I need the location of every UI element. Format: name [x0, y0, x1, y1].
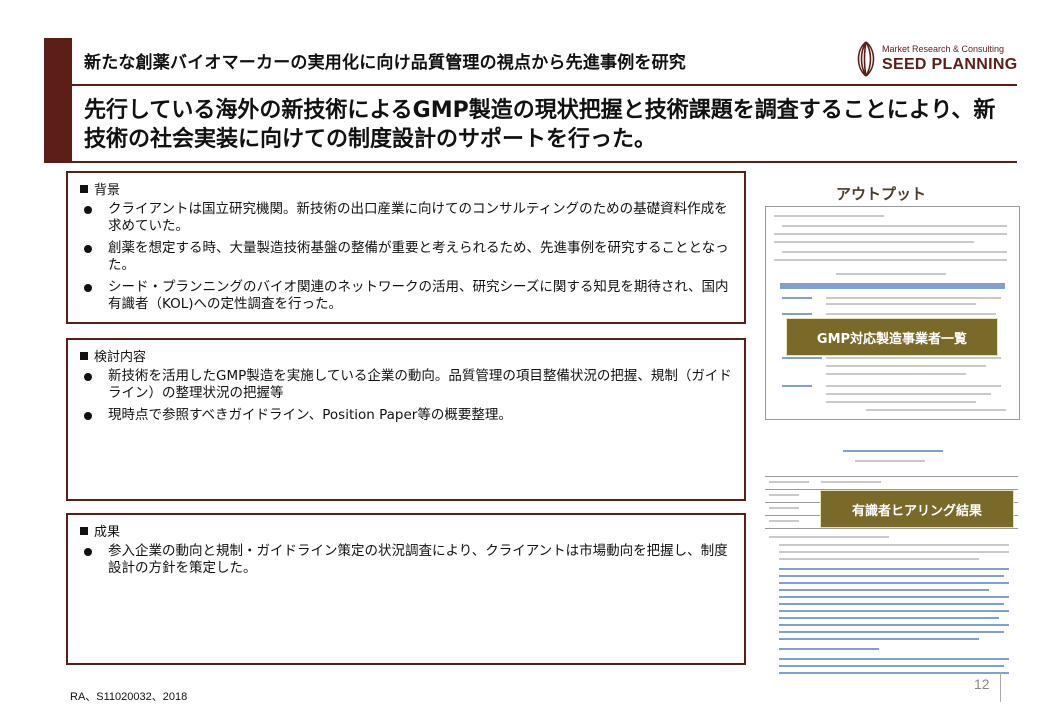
tag-expert-interview-results: 有識者ヒアリング結果	[820, 490, 1014, 528]
bullet-text: クライアントは国立研究機関。新技術の出口産業に向けてのコンサルティングのための基…	[108, 201, 728, 234]
list-item: 創薬を想定する時、大量製造技術基盤の整備が重要と考えられるため、先進事例を研究す…	[80, 240, 734, 274]
bullet-dot-icon	[84, 373, 92, 381]
logo-subtitle: Market Research & Consulting	[882, 44, 1005, 54]
title-divider	[72, 84, 1017, 86]
bullet-dot-icon	[84, 284, 92, 292]
section-heading: 背景	[80, 179, 734, 198]
bullet-list: クライアントは国立研究機関。新技術の出口産業に向けてのコンサルティングのための基…	[80, 201, 734, 313]
slide-headline: 先行している海外の新技術によるGMP製造の現状把握と技術課題を調査することにより…	[84, 98, 996, 152]
slide-title: 新たな創薬バイオマーカーの実用化に向け品質管理の視点から先進事例を研究	[84, 53, 686, 73]
square-bullet-icon	[80, 184, 88, 193]
list-item: シード・プランニングのバイオ関連のネットワークの活用、研究シーズに関する知見を期…	[80, 279, 734, 313]
bullet-list: 新技術を活用したGMP製造を実施している企業の動向。品質管理の項目整備状況の把握…	[80, 368, 734, 424]
page-number-divider	[1000, 672, 1001, 702]
list-item: 参入企業の動向と規制・ガイドライン策定の状況調査により、クライアントは市場動向を…	[80, 543, 734, 577]
bullet-text: 創薬を想定する時、大量製造技術基盤の整備が重要と考えられるため、先進事例を研究す…	[108, 240, 729, 273]
background-section: 背景 クライアントは国立研究機関。新技術の出口産業に向けてのコンサルティングのた…	[66, 171, 746, 324]
reference-code: RA、S11020032、2018	[70, 691, 188, 703]
bullet-text: シード・プランニングのバイオ関連のネットワークの活用、研究シーズに関する知見を期…	[108, 279, 729, 312]
tag-gmp-manufacturer-list: GMP対応製造事業者一覧	[786, 318, 998, 356]
document-thumbnail-2	[765, 446, 1018, 680]
section-heading: 検討内容	[80, 346, 734, 365]
square-bullet-icon	[80, 526, 88, 535]
study-content-section: 検討内容 新技術を活用したGMP製造を実施している企業の動向。品質管理の項目整備…	[66, 338, 746, 501]
section-heading-label: 検討内容	[94, 350, 147, 365]
bullet-list: 参入企業の動向と規制・ガイドライン策定の状況調査により、クライアントは市場動向を…	[80, 543, 734, 577]
list-item: クライアントは国立研究機関。新技術の出口産業に向けてのコンサルティングのための基…	[80, 201, 734, 235]
bullet-text: 参入企業の動向と規制・ガイドライン策定の状況調査により、クライアントは市場動向を…	[108, 543, 728, 576]
list-item: 新技術を活用したGMP製造を実施している企業の動向。品質管理の項目整備状況の把握…	[80, 368, 734, 402]
bullet-text: 現時点で参照すべきガイドライン、Position Paper等の概要整理。	[108, 407, 512, 423]
seed-logo-icon	[857, 41, 875, 77]
title-accent-bar	[44, 38, 72, 163]
results-section: 成果 参入企業の動向と規制・ガイドライン策定の状況調査により、クライアントは市場…	[66, 513, 746, 665]
bullet-text: 新技術を活用したGMP製造を実施している企業の動向。品質管理の項目整備状況の把握…	[108, 368, 732, 401]
output-label: アウトプット	[836, 185, 927, 203]
page-number: 12	[974, 676, 990, 692]
document-thumbnail-1	[765, 206, 1020, 420]
section-heading-label: 背景	[94, 183, 121, 198]
bullet-dot-icon	[84, 548, 92, 556]
section-heading-label: 成果	[94, 525, 121, 540]
logo-name: SEED PLANNING	[882, 56, 1018, 73]
section-heading: 成果	[80, 521, 734, 540]
bullet-dot-icon	[84, 412, 92, 420]
square-bullet-icon	[80, 351, 88, 360]
list-item: 現時点で参照すべきガイドライン、Position Paper等の概要整理。	[80, 407, 734, 424]
bullet-dot-icon	[84, 206, 92, 214]
company-logo: Market Research & Consulting SEED PLANNI…	[852, 40, 1022, 80]
headline-divider	[72, 161, 1017, 163]
bullet-dot-icon	[84, 245, 92, 253]
